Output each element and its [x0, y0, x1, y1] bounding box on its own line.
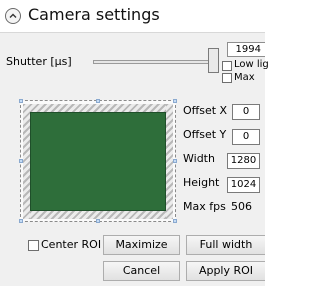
width-input[interactable]: 1280 [227, 153, 260, 169]
max-fps-label: Max fps [183, 200, 226, 213]
shutter-label: Shutter [µs] [6, 55, 72, 68]
roi-resize-handle[interactable] [96, 99, 100, 103]
center-roi-checkbox[interactable] [28, 240, 39, 251]
panel-title: Camera settings [28, 5, 160, 24]
roi-resize-handle[interactable] [19, 159, 23, 163]
low-light-checkbox[interactable] [222, 61, 232, 71]
offset-y-input[interactable]: 0 [232, 129, 260, 145]
max-shutter-checkbox[interactable] [222, 73, 232, 83]
max-shutter-label: Max [234, 72, 255, 83]
center-roi-label: Center ROI [41, 238, 102, 251]
height-label: Height [183, 176, 220, 189]
apply-roi-button[interactable]: Apply ROI [186, 261, 265, 281]
maximize-button[interactable]: Maximize [103, 235, 180, 255]
roi-resize-handle[interactable] [96, 219, 100, 223]
roi-hatch-left [23, 104, 30, 219]
shutter-slider-track[interactable] [93, 60, 213, 64]
offset-y-label: Offset Y [183, 128, 227, 141]
height-input[interactable]: 1024 [227, 177, 260, 193]
roi-hatch-right [166, 104, 173, 219]
roi-selection[interactable] [30, 112, 166, 211]
chevron-up-icon[interactable] [5, 8, 21, 24]
shutter-slider-thumb[interactable] [208, 48, 219, 73]
width-label: Width [183, 152, 215, 165]
max-fps-value: 506 [231, 200, 252, 213]
roi-resize-handle[interactable] [173, 159, 177, 163]
offset-x-input[interactable]: 0 [232, 104, 260, 120]
cancel-button[interactable]: Cancel [103, 261, 180, 281]
low-light-label: Low lig [234, 59, 269, 70]
full-width-button[interactable]: Full width [186, 235, 265, 255]
roi-resize-handle[interactable] [19, 99, 23, 103]
roi-resize-handle[interactable] [173, 99, 177, 103]
roi-hatch-top [23, 104, 173, 112]
roi-resize-handle[interactable] [19, 219, 23, 223]
roi-resize-handle[interactable] [173, 219, 177, 223]
roi-hatch-bottom [23, 211, 173, 219]
shutter-value-field[interactable]: 1994 [227, 42, 265, 57]
offset-x-label: Offset X [183, 104, 228, 117]
